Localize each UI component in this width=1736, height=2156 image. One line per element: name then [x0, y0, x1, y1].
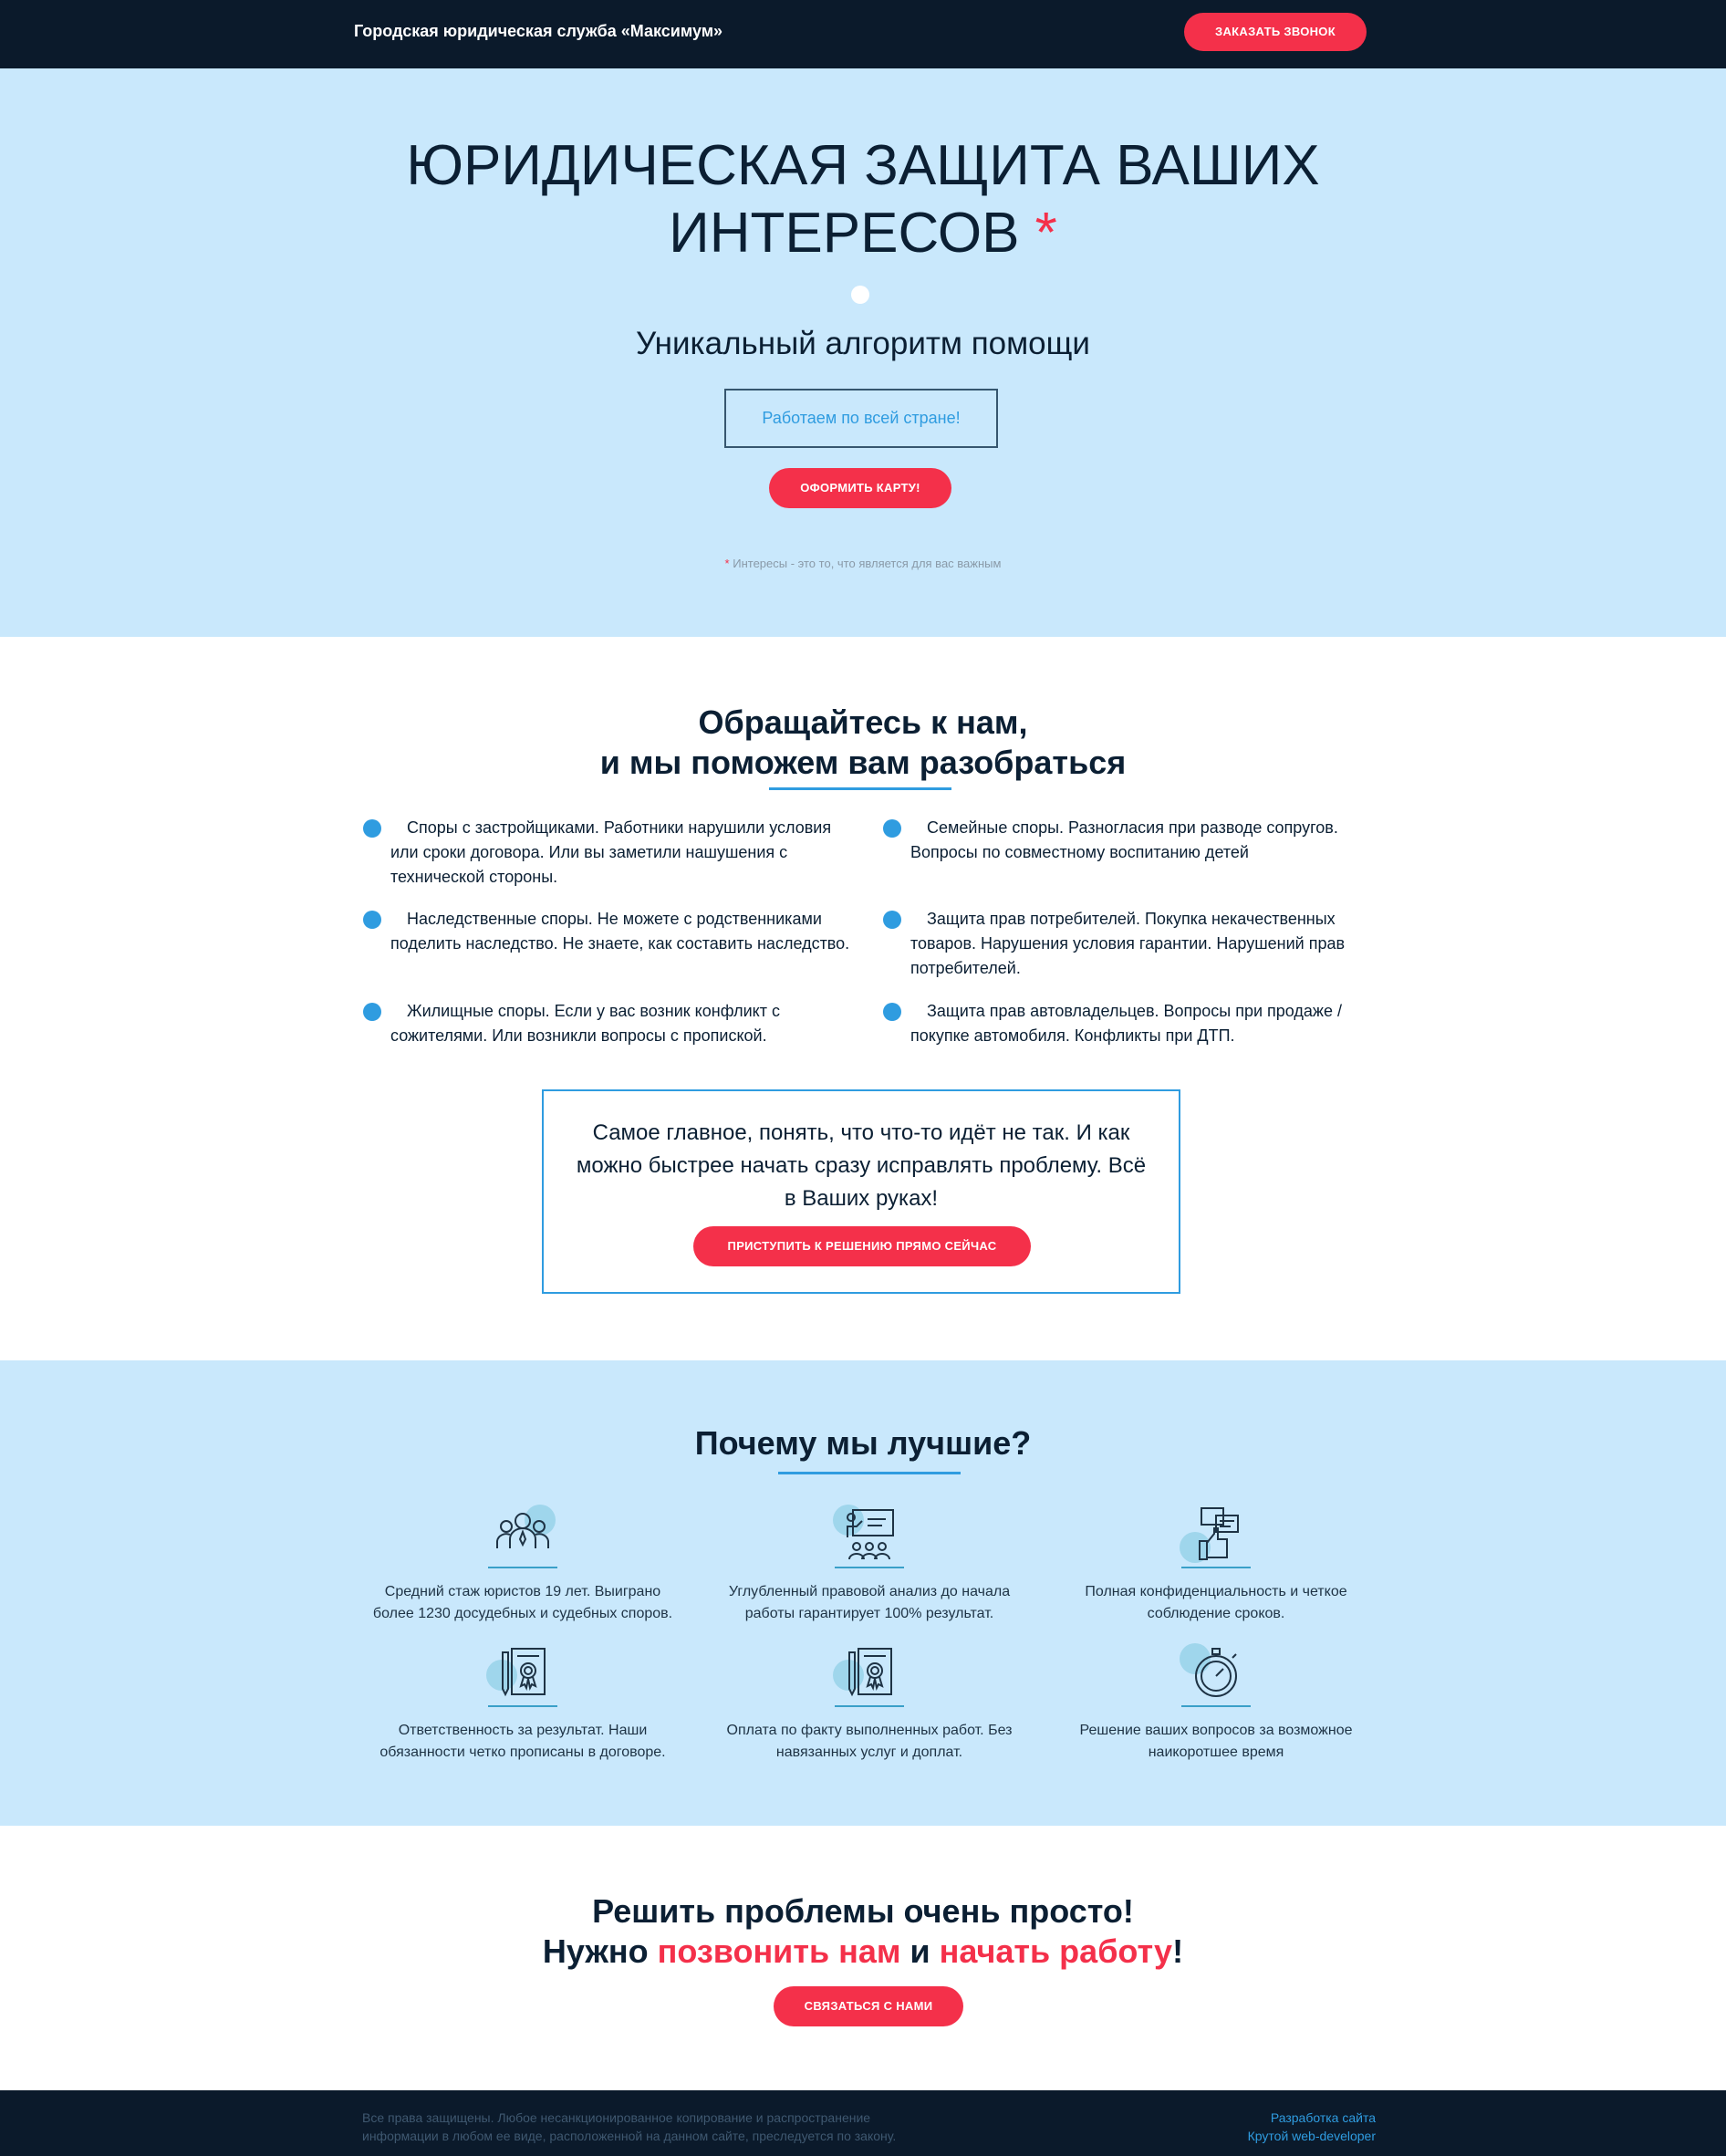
list-item-text: Защита прав автовладельцев. Вопросы при …: [910, 1002, 1342, 1045]
chat-thumbs-up-icon: [1180, 1505, 1253, 1568]
list-item-text: Семейные споры. Разногласия при разводе …: [910, 818, 1338, 861]
hero-title-line1: ЮРИДИЧЕСКАЯ ЗАЩИТА ВАШИХ: [406, 134, 1320, 197]
bullet-icon: [363, 819, 381, 838]
bullet-icon: [363, 1003, 381, 1021]
feature-text: Углубленный правовой анализ до начала ра…: [728, 1584, 1011, 1621]
final-title: Решить проблемы очень просто! Нужно позв…: [0, 1891, 1726, 1972]
team-icon: [486, 1505, 559, 1568]
developer-credit[interactable]: Разработка сайта Крутой web-developer: [1248, 2109, 1376, 2145]
list-item-text: Жилищные споры. Если у вас возник конфли…: [390, 1002, 780, 1045]
cta-text: Самое главное, понять, что что-то идёт н…: [576, 1120, 1147, 1211]
feature-card: Оплата по факту выполненных работ. Без н…: [714, 1643, 1024, 1764]
list-item-text: Наследственные споры. Не можете с родств…: [390, 910, 850, 953]
bullet-icon: [363, 911, 381, 929]
hero-title: ЮРИДИЧЕСКАЯ ЗАЩИТА ВАШИХ ИНТЕРЕСОВ *: [0, 132, 1726, 267]
help-title-line2: и мы поможем вам разобраться: [599, 744, 1127, 781]
list-item: Семейные споры. Разногласия при разводе …: [883, 816, 1376, 865]
feature-card: Ответственность за результат. Наши обяза…: [368, 1643, 678, 1764]
title-underline: [769, 787, 951, 790]
start-work-highlight: начать работу: [939, 1932, 1173, 1970]
brand-name: Городская юридическая служба «Максимум»: [354, 22, 723, 40]
feature-card: Решение ваших вопросов за возможное наик…: [1061, 1643, 1371, 1764]
feature-text: Решение ваших вопросов за возможное наик…: [1079, 1723, 1353, 1760]
hero-title-asterisk: *: [1034, 202, 1057, 265]
stopwatch-icon: [1180, 1643, 1253, 1707]
presentation-icon: [833, 1505, 906, 1568]
footnote-asterisk: *: [724, 557, 730, 570]
cta-box: Самое главное, понять, что что-то идёт н…: [542, 1089, 1180, 1294]
site-footer: Все права защищены. Любое несанкциониров…: [0, 2090, 1726, 2156]
feature-text: Полная конфиденциальность и четкое соблю…: [1085, 1584, 1347, 1621]
decorative-dot: [851, 286, 869, 304]
list-item: Защита прав потребителей. Покупка некаче…: [883, 907, 1376, 981]
feature-card: Средний стаж юристов 19 лет. Выиграно бо…: [368, 1505, 678, 1625]
list-item: Жилищные споры. Если у вас возник конфли…: [363, 999, 856, 1048]
certificate-icon: [833, 1643, 906, 1707]
feature-text: Средний стаж юристов 19 лет. Выиграно бо…: [372, 1584, 673, 1621]
get-card-button[interactable]: ОФОРМИТЬ КАРТУ!: [769, 468, 951, 508]
hero-footnote: * Интересы - это то, что является для ва…: [0, 557, 1726, 570]
copyright-text: Все права защищены. Любое несанкциониров…: [362, 2110, 897, 2143]
footnote-text: Интересы - это то, что является для вас …: [733, 557, 1002, 570]
final-title-part: Нужно: [542, 1932, 658, 1970]
hero-title-line2: ИНТЕРЕСОВ: [669, 202, 1020, 265]
list-item-text: Споры с застройщиками. Работники нарушил…: [390, 818, 832, 886]
call-us-highlight: позвонить нам: [657, 1932, 901, 1970]
site-header: Городская юридическая служба «Максимум» …: [0, 0, 1726, 68]
list-item-text: Защита прав потребителей. Покупка некаче…: [910, 910, 1346, 977]
nationwide-badge: Работаем по всей стране!: [724, 389, 998, 448]
list-item: Наследственные споры. Не можете с родств…: [363, 907, 856, 956]
developer-link-line1[interactable]: Разработка сайта: [1248, 2109, 1376, 2127]
bullet-icon: [883, 911, 901, 929]
help-title-line1: Обращайтесь к нам,: [698, 703, 1028, 741]
start-now-button[interactable]: ПРИСТУПИТЬ К РЕШЕНИЮ ПРЯМО СЕЙЧАС: [693, 1226, 1031, 1266]
final-title-line1: Решить проблемы очень просто!: [592, 1892, 1134, 1930]
help-section: Обращайтесь к нам, и мы поможем вам разо…: [0, 637, 1726, 1360]
final-cta-section: Решить проблемы очень просто! Нужно позв…: [0, 1826, 1726, 2090]
hero-section: ЮРИДИЧЕСКАЯ ЗАЩИТА ВАШИХ ИНТЕРЕСОВ * Уни…: [0, 68, 1726, 637]
final-title-part: и: [900, 1932, 940, 1970]
feature-text: Оплата по факту выполненных работ. Без н…: [726, 1723, 1013, 1760]
final-title-part: !: [1172, 1932, 1184, 1970]
why-title: Почему мы лучшие?: [694, 1424, 1032, 1462]
bullet-icon: [883, 819, 901, 838]
bullet-icon: [883, 1003, 901, 1021]
help-title: Обращайтесь к нам, и мы поможем вам разо…: [0, 703, 1726, 783]
developer-link-line2[interactable]: Крутой web-developer: [1248, 2127, 1376, 2145]
why-section: Почему мы лучшие? Средний стаж юристов 1…: [0, 1360, 1726, 1826]
list-item: Защита прав автовладельцев. Вопросы при …: [883, 999, 1376, 1048]
feature-card: Углубленный правовой анализ до начала ра…: [714, 1505, 1024, 1625]
certificate-icon: [486, 1643, 559, 1707]
feature-card: Полная конфиденциальность и четкое соблю…: [1061, 1505, 1371, 1625]
contact-us-button[interactable]: СВЯЗАТЬСЯ С НАМИ: [774, 1986, 963, 2026]
list-item: Споры с застройщиками. Работники нарушил…: [363, 816, 856, 890]
feature-text: Ответственность за результат. Наши обяза…: [379, 1723, 666, 1760]
order-call-button[interactable]: ЗАКАЗАТЬ ЗВОНОК: [1184, 13, 1367, 51]
title-underline: [778, 1472, 961, 1474]
hero-subtitle: Уникальный алгоритм помощи: [636, 326, 1090, 361]
